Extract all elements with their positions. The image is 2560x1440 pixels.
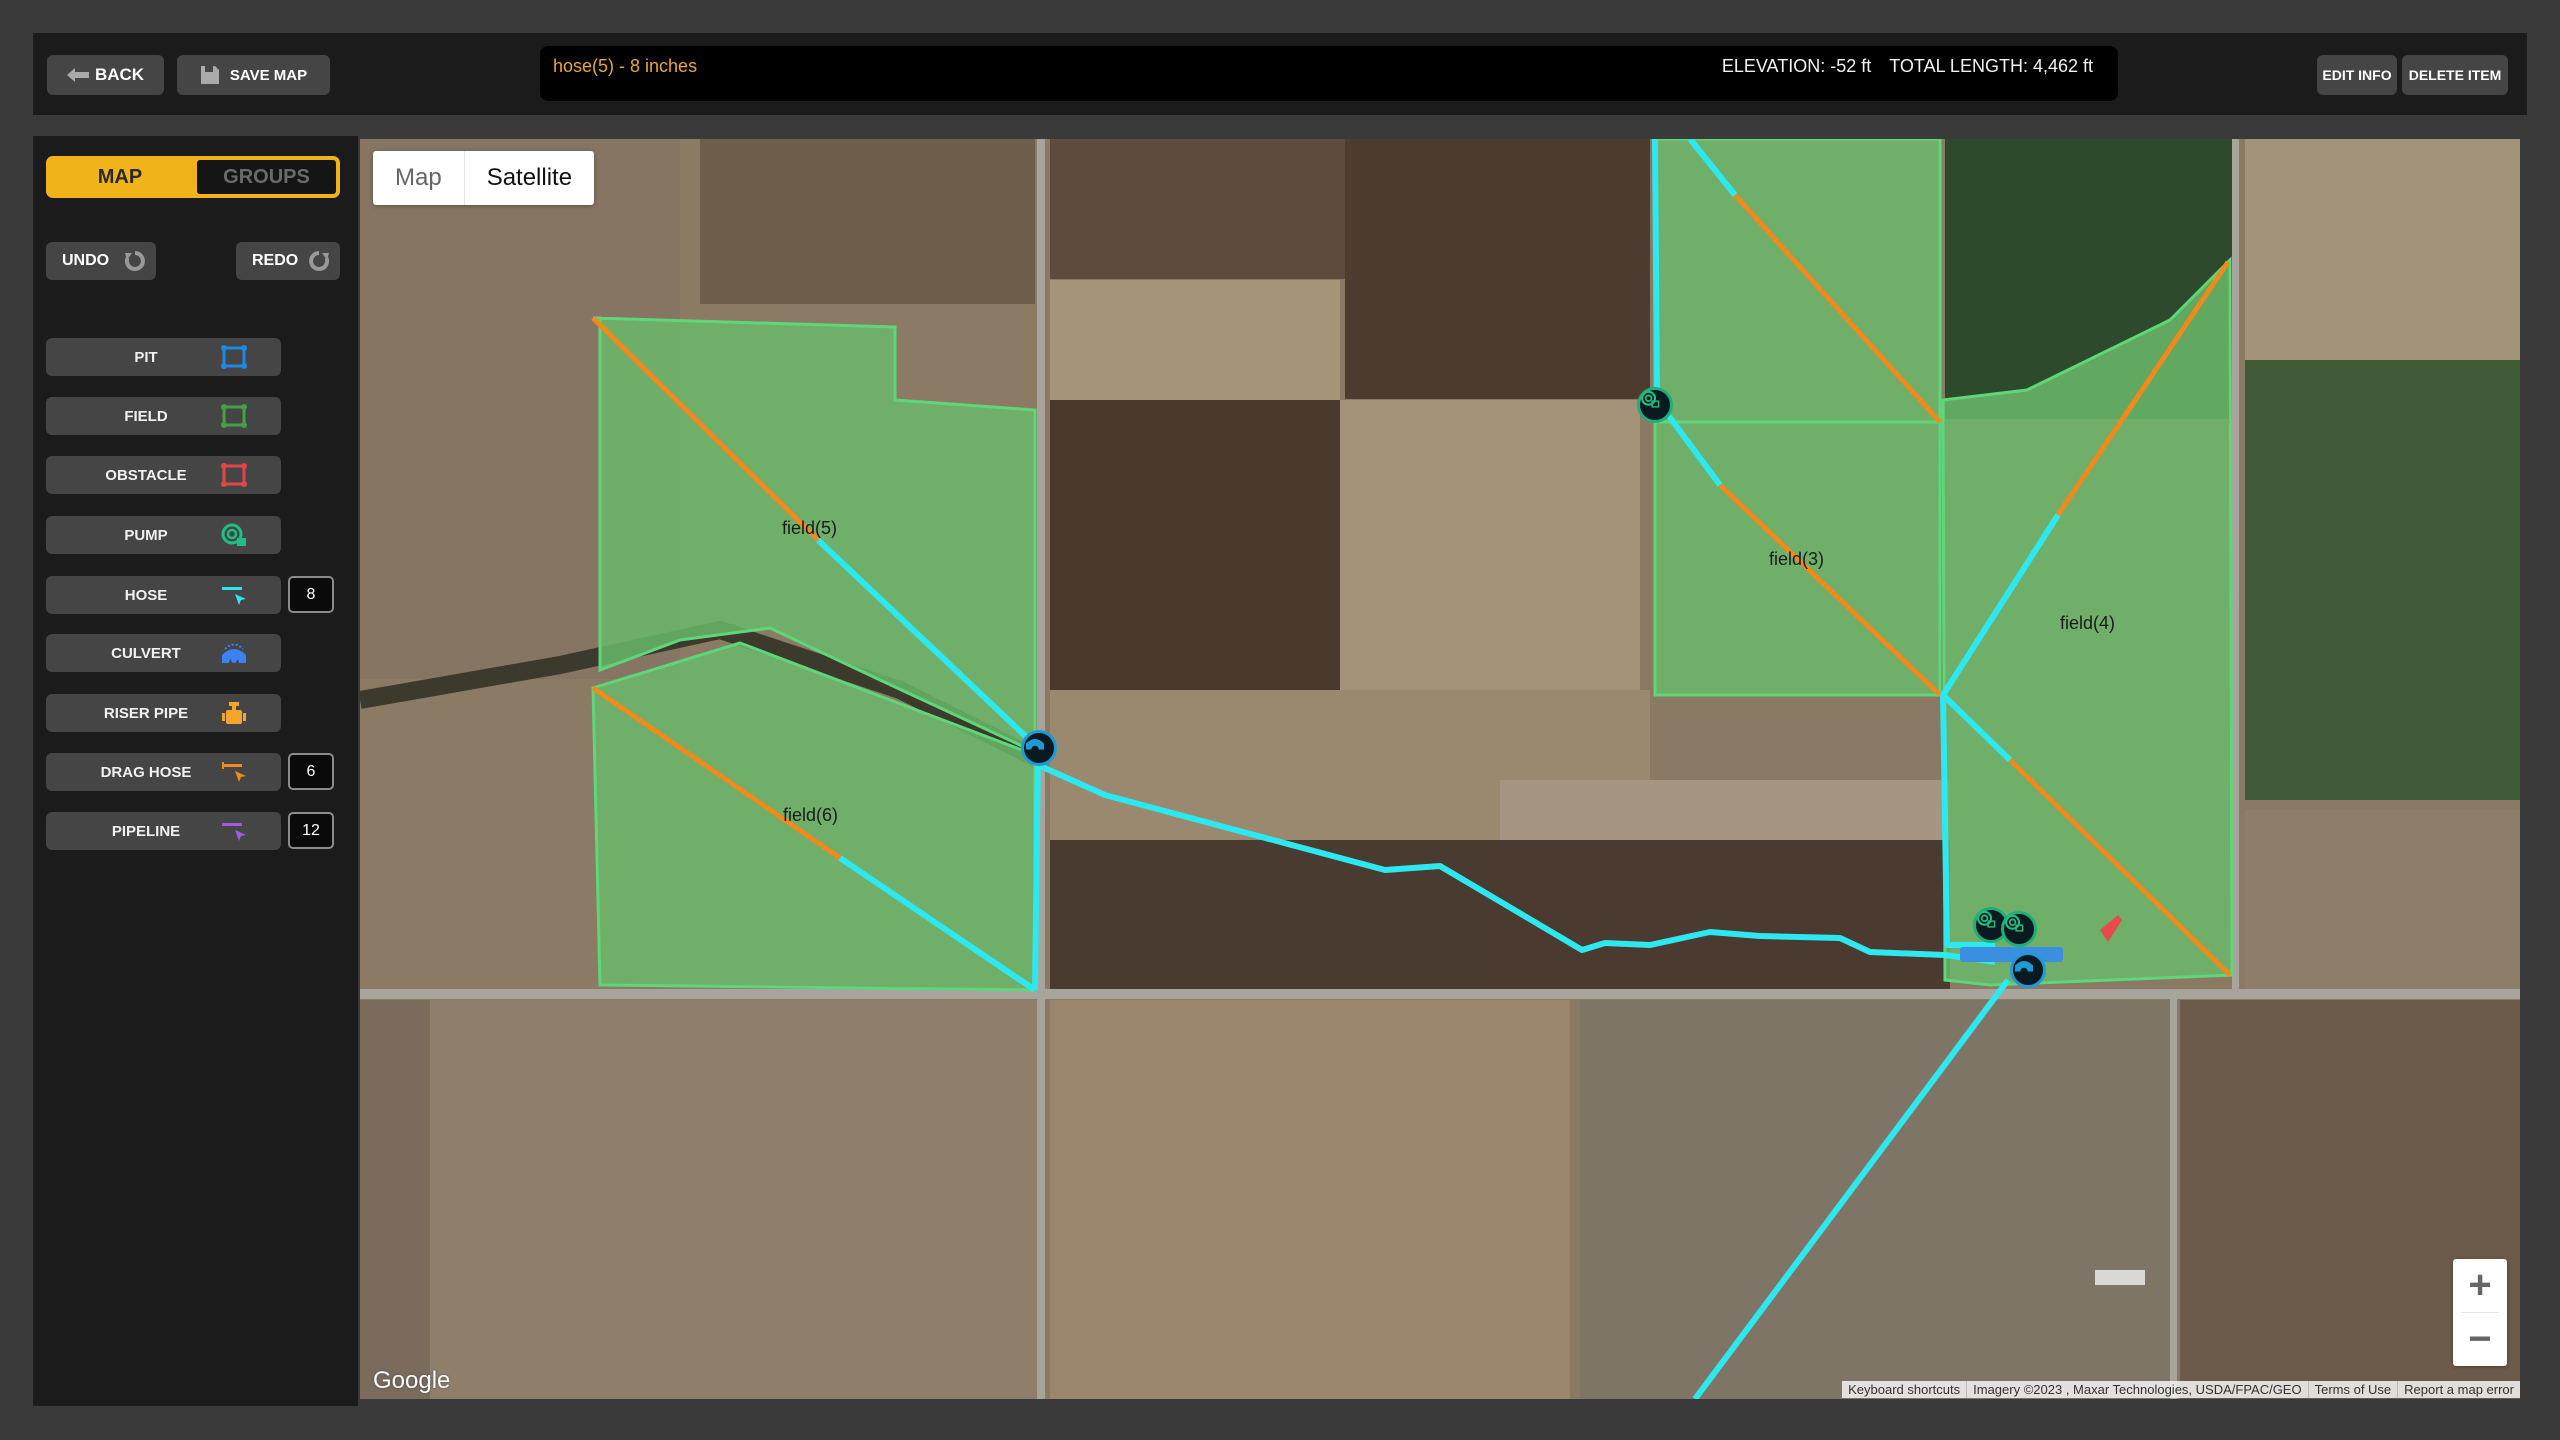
tool-obstacle[interactable]: OBSTACLE [46, 456, 281, 494]
pit-icon [221, 345, 247, 369]
map-attribution: Keyboard shortcuts Imagery ©2023 , Maxar… [1842, 1381, 2520, 1398]
save-map-label: SAVE MAP [229, 66, 308, 84]
google-logo: Google [373, 1367, 451, 1394]
terms-of-use-link[interactable]: Terms of Use [2309, 1381, 2399, 1398]
field-label-6: field(6) [783, 805, 839, 825]
map-type-control: Map Satellite [373, 151, 595, 205]
culvert-marker[interactable] [2010, 952, 2046, 988]
pit-shape[interactable] [1960, 947, 2063, 962]
pump-marker[interactable] [1637, 387, 1673, 423]
zoom-in-button[interactable]: + [2453, 1259, 2507, 1312]
zoom-control: + − [2453, 1259, 2507, 1366]
culvert-icon [2015, 961, 2033, 972]
tool-drag-hose-label: DRAG HOSE [100, 763, 192, 781]
undo-label: UNDO [62, 252, 110, 269]
satellite-map [360, 139, 2520, 1399]
map-type-map-button[interactable]: Map [373, 151, 465, 205]
back-label: BACK [94, 65, 145, 84]
tool-culvert[interactable]: CULVERT [46, 634, 281, 672]
report-map-error-link[interactable]: Report a map error [2398, 1381, 2520, 1398]
redo-icon [309, 251, 330, 271]
floppy-disk-icon [200, 66, 219, 84]
tool-pump-label: PUMP [124, 526, 168, 544]
field-label-3: field(3) [1769, 549, 1825, 569]
pump-icon [1977, 910, 1996, 928]
tool-pit-label: PIT [134, 348, 158, 366]
field-label-5: field(5) [782, 518, 838, 538]
tool-field-label: FIELD [124, 407, 168, 425]
tool-field[interactable]: FIELD [46, 397, 281, 435]
undo-button[interactable]: UNDO [46, 242, 156, 280]
tool-hose[interactable]: HOSE [46, 576, 281, 614]
edit-info-button[interactable]: EDIT INFO [2317, 55, 2397, 95]
pump-icon [1641, 390, 1660, 408]
culvert-icon [1026, 739, 1044, 750]
map-type-satellite-button[interactable]: Satellite [465, 151, 594, 205]
obstacle-icon [221, 463, 247, 487]
arrow-left-icon [66, 68, 89, 82]
tab-map[interactable]: MAP [46, 156, 194, 198]
tool-hose-label: HOSE [124, 586, 168, 604]
hose-line[interactable] [1032, 747, 1041, 991]
tool-pipeline-label: PIPELINE [111, 822, 181, 840]
tool-obstacle-label: OBSTACLE [105, 466, 187, 484]
view-toggle: MAP GROUPS [46, 156, 340, 198]
hose-size-input[interactable]: 8 [288, 576, 334, 613]
redo-label: REDO [252, 252, 299, 269]
tool-culvert-label: CULVERT [111, 644, 181, 662]
drag-hose-icon [222, 762, 246, 782]
pipeline-icon [222, 823, 246, 841]
tool-pit[interactable]: PIT [46, 338, 281, 376]
imagery-credit: Imagery ©2023 , Maxar Technologies, USDA… [1967, 1381, 2309, 1398]
pump-icon [2005, 914, 2024, 932]
riser-pipe-icon [222, 702, 246, 724]
pump-marker[interactable] [2001, 911, 2037, 947]
tool-riser-pipe[interactable]: RISER PIPE [46, 694, 281, 732]
drag-hose-size-input[interactable]: 6 [288, 753, 334, 790]
selected-item-title: hose(5) - 8 inches [553, 56, 698, 76]
redo-button[interactable]: REDO [236, 242, 340, 280]
zoom-out-button[interactable]: − [2453, 1313, 2507, 1366]
delete-item-button[interactable]: DELETE ITEM [2402, 55, 2508, 95]
pump-icon [221, 523, 246, 546]
hose-icon [222, 587, 246, 605]
elevation-readout: ELEVATION: -52 ft [1721, 56, 1872, 76]
tool-pipeline[interactable]: PIPELINE [46, 812, 281, 850]
map-canvas[interactable]: field(5) field(6) field(3) field(4) [360, 139, 2520, 1399]
undo-icon [124, 251, 145, 271]
field-label-4: field(4) [2060, 613, 2116, 633]
field-3-polygon[interactable] [1653, 139, 1942, 697]
total-length-readout: TOTAL LENGTH: 4,462 ft [1889, 56, 2093, 76]
tool-riser-pipe-label: RISER PIPE [103, 704, 189, 722]
culvert-marker[interactable] [1021, 730, 1057, 766]
selection-info-bar: hose(5) - 8 inches ELEVATION: -52 ft TOT… [540, 46, 2118, 101]
pipeline-size-input[interactable]: 12 [288, 812, 334, 849]
tab-groups[interactable]: GROUPS [197, 160, 336, 194]
save-map-button[interactable]: SAVE MAP [177, 55, 330, 95]
back-button[interactable]: BACK [47, 55, 164, 95]
tool-pump[interactable]: PUMP [46, 516, 281, 554]
tool-drag-hose[interactable]: DRAG HOSE [46, 753, 281, 791]
building [2095, 1270, 2145, 1285]
keyboard-shortcuts-link[interactable]: Keyboard shortcuts [1842, 1381, 1968, 1398]
field-icon [221, 404, 247, 428]
culvert-icon [222, 643, 246, 663]
